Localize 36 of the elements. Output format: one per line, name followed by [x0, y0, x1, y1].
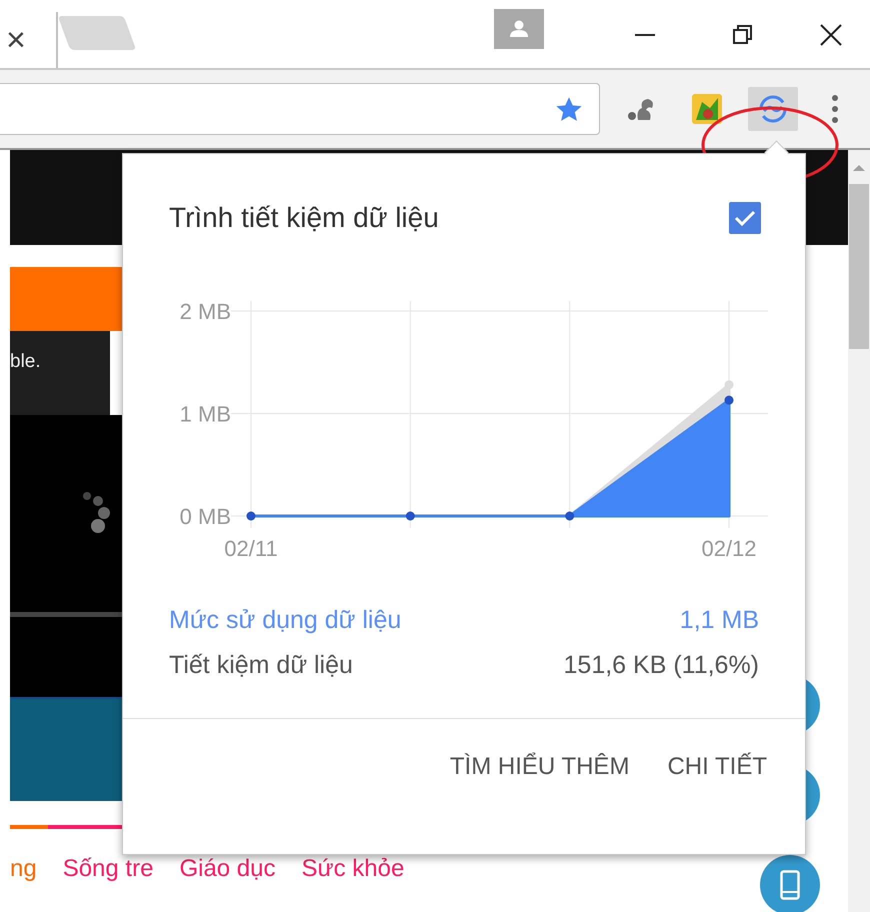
minimize-icon	[635, 33, 655, 37]
checkmark-icon	[734, 209, 756, 227]
data-point	[724, 396, 734, 405]
game-icon	[692, 94, 722, 124]
star-icon[interactable]	[555, 96, 583, 122]
restore-icon	[732, 24, 754, 46]
phone-icon	[780, 870, 800, 900]
scroll-up-icon[interactable]	[853, 164, 865, 172]
axis-label: 02/12	[701, 536, 757, 561]
category-link[interactable]: Giáo dục	[179, 855, 276, 883]
axis-label: 02/11	[224, 536, 278, 561]
category-link[interactable]: Sống tre	[62, 855, 154, 883]
text-button[interactable]: TÌM HIỂU THÊM	[438, 739, 642, 795]
close-icon	[820, 24, 842, 46]
axis-label: 1 MB	[180, 402, 231, 426]
squirrel-icon	[626, 96, 656, 122]
scrollbar-thumb[interactable]	[849, 184, 869, 349]
stat-value: 1,1 MB	[680, 606, 759, 635]
stat-label: Mức sử dụng dữ liệu	[169, 606, 402, 635]
stat-value: 151,6 KB (11,6%)	[564, 651, 759, 680]
tab-close-button[interactable]: ×	[6, 23, 26, 57]
data-saver-icon	[758, 94, 788, 124]
stat-label: Tiết kiệm dữ liệu	[169, 651, 353, 680]
category-link[interactable]: Sức khỏe	[302, 855, 404, 883]
menu-icon[interactable]	[832, 95, 838, 123]
address-bar[interactable]	[0, 83, 600, 135]
popup-title: Trình tiết kiệm dữ liệu	[169, 202, 439, 234]
text-button[interactable]: CHI TIẾT	[655, 739, 779, 795]
profile-button[interactable]	[494, 9, 544, 49]
data-saver-extension-button[interactable]	[748, 87, 798, 131]
notice-text: ble.	[10, 351, 41, 373]
checkbox[interactable]	[729, 202, 761, 234]
scrollbar[interactable]	[848, 150, 870, 912]
axis-label: 0 MB	[180, 504, 231, 529]
axis-label: 2 MB	[180, 299, 231, 324]
person-icon	[509, 20, 529, 38]
